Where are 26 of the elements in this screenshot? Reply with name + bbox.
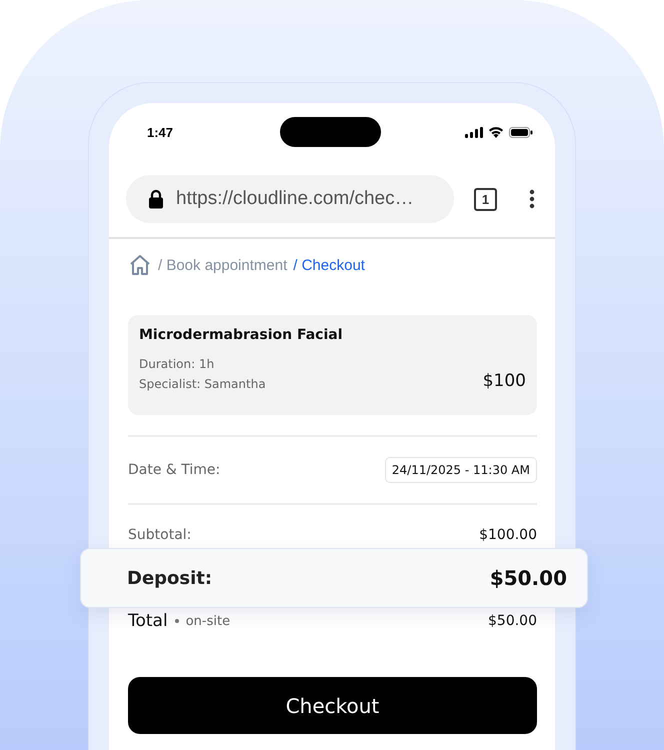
service-price: $100 bbox=[482, 371, 526, 391]
url-text: https://cloudline.com/chec… bbox=[176, 188, 414, 210]
deposit-label: Deposit: bbox=[127, 568, 212, 588]
battery-icon bbox=[509, 126, 533, 138]
status-time: 1:47 bbox=[147, 124, 174, 140]
bullet-icon bbox=[174, 619, 179, 623]
lock-icon bbox=[148, 189, 164, 209]
date-time-value[interactable]: 24/11/2025 - 11:30 AM bbox=[384, 457, 537, 483]
total-value: $50.00 bbox=[488, 613, 537, 629]
service-specialist: Specialist: Samantha bbox=[139, 377, 266, 391]
address-bar[interactable]: https://cloudline.com/chec… bbox=[126, 175, 454, 223]
deposit-value: $50.00 bbox=[490, 566, 567, 590]
subtotal-value: $100.00 bbox=[479, 527, 537, 543]
total-note: on-site bbox=[186, 614, 230, 628]
signal-icon bbox=[465, 126, 483, 138]
breadcrumb-link[interactable]: / Checkout bbox=[293, 256, 365, 274]
more-menu-icon[interactable] bbox=[529, 189, 535, 209]
home-icon[interactable] bbox=[128, 253, 152, 277]
service-name: Microdermabrasion Facial bbox=[139, 327, 344, 343]
checkout-button[interactable]: Checkout bbox=[128, 677, 537, 734]
service-duration: Duration: 1h bbox=[139, 357, 216, 371]
wifi-icon bbox=[488, 126, 504, 138]
date-time-label: Date & Time: bbox=[128, 462, 220, 478]
tab-count-button[interactable]: 1 bbox=[474, 188, 497, 210]
total-label: Total bbox=[128, 611, 168, 631]
subtotal-label: Subtotal: bbox=[128, 527, 192, 543]
